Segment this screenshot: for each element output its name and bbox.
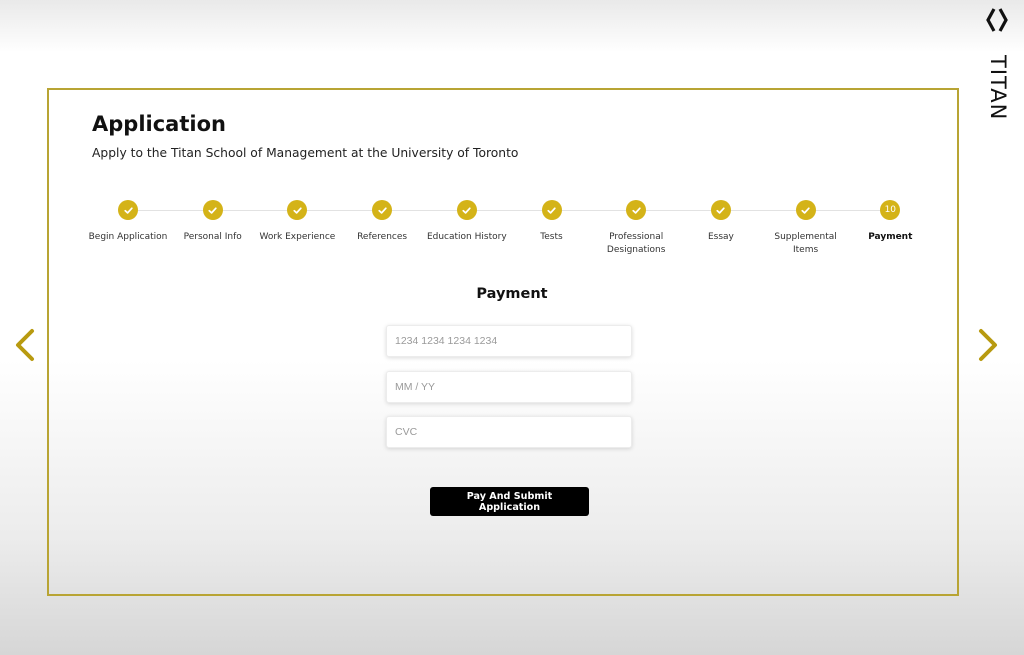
step-complete-badge <box>795 200 816 220</box>
check-icon <box>208 206 217 214</box>
page-subtitle: Apply to the Titan School of Management … <box>92 146 519 160</box>
payment-heading: Payment <box>476 286 548 302</box>
step-complete-badge <box>626 200 647 220</box>
progress-stepper: Begin Application Personal Info Work Exper… <box>86 200 934 270</box>
check-icon <box>378 206 387 214</box>
step-complete-badge <box>456 200 477 220</box>
step-complete-badge <box>372 200 393 220</box>
chevron-left-icon <box>16 329 34 361</box>
brand-logo: TITAN <box>984 6 1010 126</box>
pay-and-submit-button[interactable]: Pay And Submit Application <box>430 487 589 516</box>
chevron-right-icon <box>979 329 997 361</box>
titan-logo-icon <box>986 8 1008 32</box>
card-number-input[interactable] <box>386 325 632 357</box>
previous-slide-button[interactable] <box>13 327 37 363</box>
check-icon <box>293 206 302 214</box>
step-complete-badge <box>118 200 138 220</box>
next-slide-button[interactable] <box>976 327 1000 363</box>
step-payment[interactable]: 10 Payment <box>840 200 940 244</box>
check-icon <box>632 206 641 214</box>
step-complete-badge <box>710 200 731 220</box>
step-complete-badge <box>202 200 223 220</box>
check-icon <box>462 206 471 214</box>
step-label: Payment <box>868 232 913 242</box>
brand-name: TITAN <box>986 55 1010 121</box>
check-icon <box>123 206 133 214</box>
expiry-date-input[interactable] <box>386 371 632 403</box>
step-complete-badge <box>541 200 562 220</box>
step-label: Supplemental Items <box>774 232 837 255</box>
page-title: Application <box>92 112 226 136</box>
step-label: Professional Designations <box>606 232 666 255</box>
step-complete-badge <box>287 200 308 220</box>
step-number: 10 <box>884 205 897 215</box>
step-number-badge: 10 <box>880 200 901 220</box>
check-icon <box>801 206 810 214</box>
check-icon <box>547 206 556 214</box>
check-icon <box>716 206 726 214</box>
cvc-input[interactable] <box>386 416 632 448</box>
